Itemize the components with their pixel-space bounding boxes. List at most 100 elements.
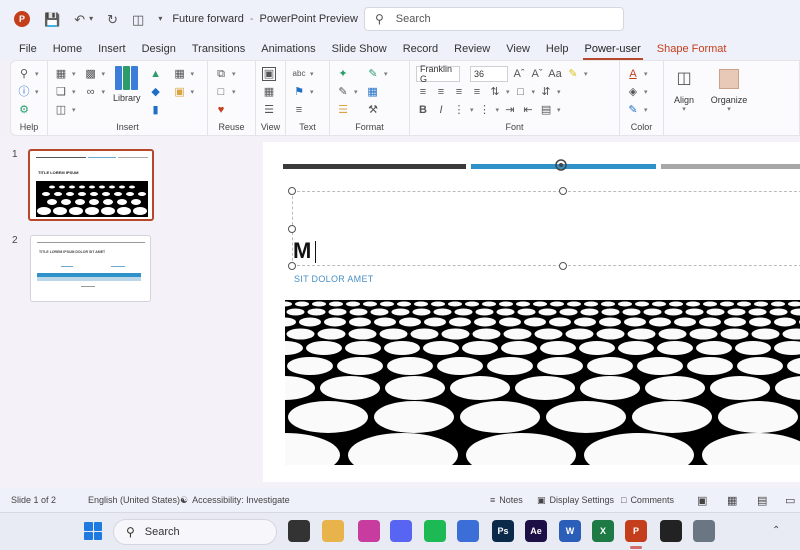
- heart-icon[interactable]: ♥: [214, 103, 228, 117]
- file-explorer-icon[interactable]: [322, 520, 344, 542]
- grow-font-icon[interactable]: Aˆ: [512, 67, 526, 81]
- align-center-icon[interactable]: ≡: [434, 85, 448, 99]
- visual-studio-icon[interactable]: [358, 520, 380, 542]
- tab-home[interactable]: Home: [45, 38, 90, 60]
- resize-handle-tl[interactable]: [288, 187, 296, 195]
- align-left-icon[interactable]: ≡: [416, 85, 430, 99]
- columns-icon[interactable]: ▤: [539, 103, 553, 117]
- present-icon[interactable]: ◫: [132, 13, 144, 26]
- redo-icon[interactable]: ↻: [107, 13, 118, 26]
- notepad-icon[interactable]: [457, 520, 479, 542]
- link-icon[interactable]: ∞: [84, 85, 98, 99]
- slide-sorter-icon[interactable]: ▦: [727, 494, 737, 507]
- after-effects-icon[interactable]: Ae: [525, 520, 547, 542]
- pen-icon[interactable]: ✎: [366, 67, 380, 81]
- bullets-icon[interactable]: ⋮: [452, 103, 466, 117]
- sparkle-icon[interactable]: ✦: [336, 67, 350, 81]
- shrink-font-icon[interactable]: Aˇ: [530, 67, 544, 81]
- text-list-icon[interactable]: ≡: [292, 103, 306, 117]
- rotate-handle-icon[interactable]: [553, 157, 569, 175]
- resize-handle-top[interactable]: [559, 187, 567, 195]
- organize-button[interactable]: Organize ▾: [710, 69, 748, 113]
- diamond-icon[interactable]: ◆: [149, 85, 163, 99]
- text-box-icon[interactable]: □: [514, 85, 528, 99]
- line-spacing-icon[interactable]: ⇅: [488, 85, 502, 99]
- tab-power-user[interactable]: Power-user: [577, 38, 649, 60]
- lines-icon[interactable]: ☰: [336, 103, 350, 117]
- resize-handle-bottom[interactable]: [559, 262, 567, 270]
- outdent-icon[interactable]: ⇤: [521, 103, 535, 117]
- flag-icon[interactable]: ⚑: [292, 85, 306, 99]
- undo-icon[interactable]: ↶: [74, 13, 85, 26]
- word-icon[interactable]: W: [559, 520, 581, 542]
- table-icon[interactable]: ▩: [84, 67, 98, 81]
- tab-transitions[interactable]: Transitions: [184, 38, 253, 60]
- discord-icon[interactable]: [390, 520, 412, 542]
- tab-slide-show[interactable]: Slide Show: [324, 38, 395, 60]
- photoshop-icon[interactable]: Ps: [492, 520, 514, 542]
- table-format-icon[interactable]: ▦: [366, 85, 380, 99]
- align-button[interactable]: ◫ Align ▾: [670, 69, 698, 114]
- slide-title-text[interactable]: M: [293, 238, 311, 264]
- outline-view-icon[interactable]: ☰: [262, 103, 276, 117]
- tab-design[interactable]: Design: [134, 38, 184, 60]
- fill-color-icon[interactable]: ◈: [626, 85, 640, 99]
- copy-icon[interactable]: ⧉: [214, 67, 228, 81]
- bold-button[interactable]: B: [416, 103, 430, 117]
- smartart-icon[interactable]: ◫: [54, 103, 68, 117]
- note-icon[interactable]: ▣: [173, 85, 187, 99]
- tab-view[interactable]: View: [498, 38, 538, 60]
- search-icon[interactable]: ⚲: [17, 67, 31, 81]
- library-button[interactable]: Library: [113, 65, 141, 119]
- tab-record[interactable]: Record: [395, 38, 446, 60]
- accessibility-button[interactable]: ☯ Accessibility: Investigate: [180, 495, 290, 506]
- powerpoint-icon[interactable]: P: [625, 520, 647, 542]
- chevron-up-icon[interactable]: ⌃: [772, 525, 780, 536]
- font-name-select[interactable]: Franklin G: [416, 64, 460, 84]
- change-case-icon[interactable]: Aa: [548, 67, 562, 81]
- highlight-icon[interactable]: ✎: [566, 67, 580, 81]
- justify-icon[interactable]: ≡: [470, 85, 484, 99]
- save-icon[interactable]: 💾: [44, 13, 60, 26]
- gear-icon[interactable]: ⚙: [17, 103, 31, 117]
- normal-view-icon[interactable]: ▣: [697, 494, 707, 507]
- format-painter-icon[interactable]: ⚒: [366, 103, 380, 117]
- excel-icon[interactable]: X: [592, 520, 614, 542]
- slide-photo[interactable]: [285, 300, 800, 465]
- tab-animations[interactable]: Animations: [253, 38, 323, 60]
- slide[interactable]: M SIT DOLOR AMET: [263, 142, 800, 482]
- align-right-icon[interactable]: ≡: [452, 85, 466, 99]
- undo-dropdown-icon[interactable]: ▾: [89, 15, 93, 23]
- brush-icon[interactable]: ✎: [336, 85, 350, 99]
- tab-help[interactable]: Help: [538, 38, 577, 60]
- info-icon[interactable]: ⓘ: [17, 85, 31, 99]
- text-direction-icon[interactable]: ⇵: [539, 85, 553, 99]
- shapes-icon[interactable]: ❑: [54, 85, 68, 99]
- slide-thumbnail-2[interactable]: TITLE LOREM IPSUM DOLOR SIT AMET: [30, 235, 151, 302]
- grid-view-icon[interactable]: ▦: [262, 85, 276, 99]
- grid-icon[interactable]: ▦: [173, 67, 187, 81]
- bar-chart-icon[interactable]: ▮: [149, 103, 163, 117]
- slide-view-icon[interactable]: ▣: [262, 67, 276, 81]
- triangle-icon[interactable]: ▲: [149, 67, 163, 81]
- taskbar-search-input[interactable]: ⚲ Search: [113, 519, 277, 545]
- task-view-icon[interactable]: [288, 520, 310, 542]
- spotify-icon[interactable]: [424, 520, 446, 542]
- tab-shape-format[interactable]: Shape Format: [649, 38, 735, 60]
- outline-color-icon[interactable]: ✎: [626, 103, 640, 117]
- font-color-icon[interactable]: A: [626, 67, 640, 81]
- comments-button[interactable]: □ Comments: [621, 495, 674, 505]
- tab-review[interactable]: Review: [446, 38, 498, 60]
- notes-button[interactable]: ≡ Notes: [490, 495, 523, 505]
- github-copilot-icon[interactable]: [660, 520, 682, 542]
- page-icon[interactable]: □: [214, 85, 228, 99]
- indent-icon[interactable]: ⇥: [503, 103, 517, 117]
- font-size-select[interactable]: 36: [470, 66, 508, 82]
- italic-button[interactable]: I: [434, 103, 448, 117]
- reading-view-icon[interactable]: ▤: [757, 494, 767, 507]
- customize-qat-icon[interactable]: ▾: [158, 15, 162, 23]
- picture-icon[interactable]: ▦: [54, 67, 68, 81]
- text-box-selection[interactable]: [292, 191, 800, 266]
- tab-insert[interactable]: Insert: [90, 38, 134, 60]
- settings-icon[interactable]: [693, 520, 715, 542]
